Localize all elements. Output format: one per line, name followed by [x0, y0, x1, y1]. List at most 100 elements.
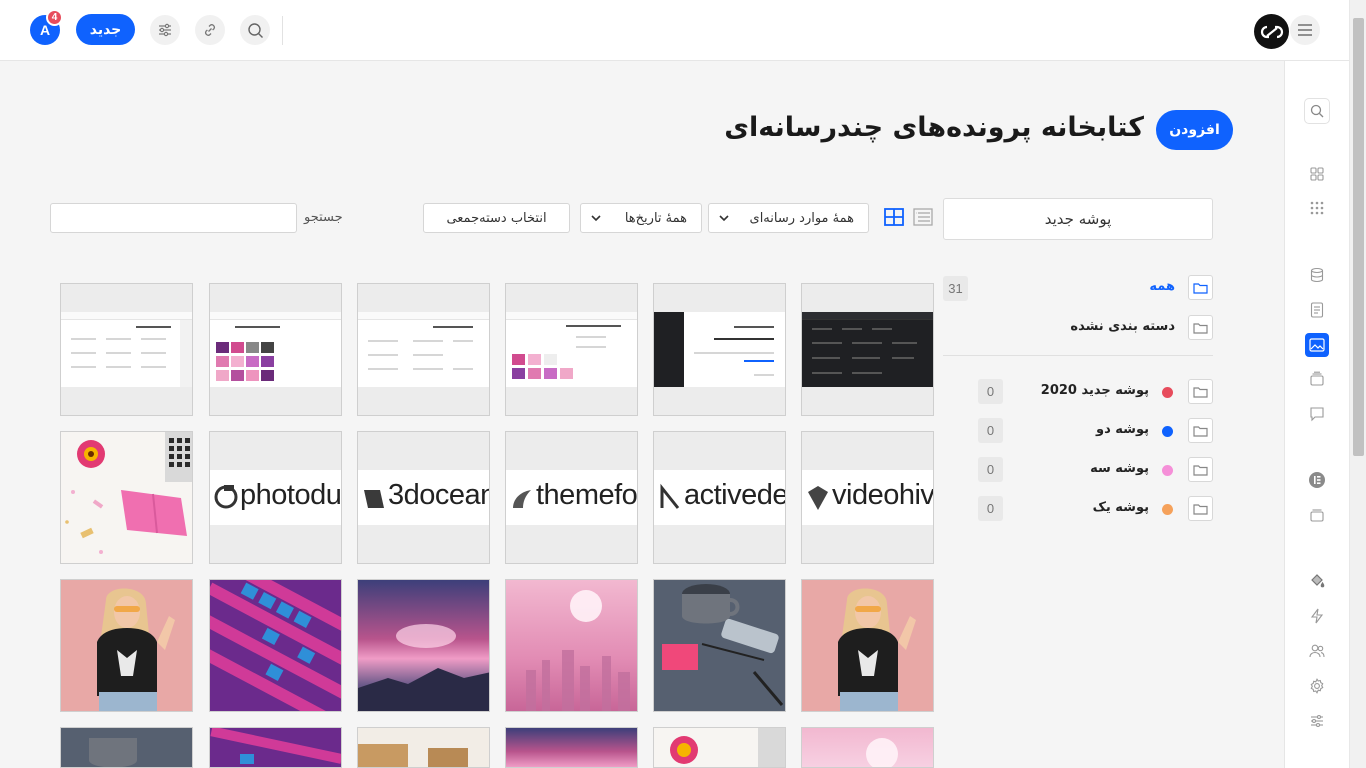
media-item-logo[interactable]: themeforest: [505, 431, 638, 564]
rail-users-button[interactable]: [1305, 639, 1329, 663]
media-item-photo[interactable]: [60, 431, 193, 564]
media-item-photo[interactable]: [505, 727, 638, 768]
media-type-filter[interactable]: همهٔ موارد رسانه‌ای: [708, 203, 869, 233]
lightning-icon: [1310, 608, 1324, 624]
media-item-photo[interactable]: [653, 727, 786, 768]
notification-badge: 4: [46, 9, 63, 26]
folder-item[interactable]: پوشه جدید 2020: [1010, 379, 1213, 405]
media-item-photo[interactable]: [357, 579, 490, 712]
desk-photo-illustration: [670, 728, 785, 767]
media-item-logo[interactable]: photodune: [209, 431, 342, 564]
media-item-photo[interactable]: [209, 579, 342, 712]
hamburger-menu-button[interactable]: [1290, 15, 1320, 45]
folder-all[interactable]: همه: [943, 275, 1213, 301]
rail-apps-button[interactable]: [1305, 196, 1329, 220]
media-item-screenshot[interactable]: [357, 283, 490, 416]
folder-label: همه: [1149, 279, 1175, 294]
document-icon: [1310, 302, 1324, 318]
link-button[interactable]: [195, 15, 225, 45]
city-haze-illustration: [866, 738, 898, 767]
date-filter[interactable]: همهٔ تاریخ‌ها: [580, 203, 702, 233]
media-item-photo[interactable]: [209, 727, 342, 768]
pink-sky-photo: [358, 580, 489, 711]
media-item-photo[interactable]: [801, 579, 934, 712]
media-item-screenshot[interactable]: [60, 283, 193, 416]
logo-thumbnail: 3docean: [358, 470, 489, 525]
woman-portrait-illustration: [97, 588, 175, 711]
media-item-photo[interactable]: [801, 727, 934, 768]
media-item-screenshot[interactable]: [505, 283, 638, 416]
scrollbar-thumb[interactable]: [1353, 18, 1364, 456]
folder-icon: [1188, 315, 1213, 340]
logo-icon: [1260, 25, 1283, 38]
rail-comments-button[interactable]: [1305, 402, 1329, 426]
side-rail: [1284, 61, 1349, 768]
folder-item[interactable]: پوشه یک: [1010, 496, 1213, 522]
rail-elementor-button[interactable]: [1305, 468, 1329, 492]
folder-color-dot: [1162, 426, 1173, 437]
bulk-select-button[interactable]: انتخاب دسته‌جمعی: [423, 203, 570, 233]
stack-icon: [1310, 509, 1324, 522]
page-scrollbar[interactable]: [1349, 0, 1366, 768]
rail-documents-button[interactable]: [1305, 298, 1329, 322]
settings-sliders-button[interactable]: [150, 15, 180, 45]
rail-search-button[interactable]: [1304, 98, 1330, 124]
media-item-screenshot[interactable]: [209, 283, 342, 416]
list-view-button[interactable]: [913, 208, 933, 230]
desk-coffee-illustration: [654, 580, 785, 711]
logo-thumbnail: activeden: [654, 470, 785, 525]
media-item-logo[interactable]: activeden: [653, 431, 786, 564]
media-item-logo[interactable]: videohive: [801, 431, 934, 564]
brand-mark-icon: [513, 490, 531, 508]
folder-item[interactable]: پوشه دو: [1010, 418, 1213, 444]
media-item-photo[interactable]: [505, 579, 638, 712]
media-item-photo[interactable]: [60, 579, 193, 712]
page-title: کتابخانه پرونده‌های چندرسانه‌ای: [724, 112, 1144, 143]
pink-sky-illustration: [358, 624, 489, 711]
rail-tools-button[interactable]: [1305, 709, 1329, 733]
folder-item[interactable]: پوشه سه: [1010, 457, 1213, 483]
city-haze-photo: [506, 580, 637, 711]
media-item-logo[interactable]: 3docean: [357, 431, 490, 564]
folder-uncategorized[interactable]: دسته بندی نشده: [943, 315, 1213, 341]
media-item-photo[interactable]: [653, 579, 786, 712]
rail-plugins-button[interactable]: [1305, 604, 1329, 628]
folder-color-dot: [1162, 504, 1173, 515]
desk-photo: [61, 432, 192, 563]
users-icon: [1309, 644, 1325, 658]
search-label: جستجو: [304, 210, 343, 225]
media-search-input[interactable]: [50, 203, 297, 233]
rail-archive-button[interactable]: [1305, 367, 1329, 391]
rail-settings-button[interactable]: [1305, 674, 1329, 698]
search-button[interactable]: [240, 15, 270, 45]
rail-appearance-button[interactable]: [1305, 569, 1329, 593]
chevron-down-icon: [719, 215, 729, 222]
add-media-button[interactable]: افزودن: [1156, 110, 1233, 150]
folder-count-badge: 0: [978, 379, 1003, 404]
new-folder-input[interactable]: پوشه جدید: [943, 198, 1213, 240]
media-item-photo[interactable]: [357, 727, 490, 768]
media-item-photo[interactable]: [60, 727, 193, 768]
folder-label: پوشه یک: [1092, 500, 1149, 515]
grid-view-button[interactable]: [884, 208, 904, 230]
building-facade-photo: [210, 580, 341, 711]
brand-name: activeden: [684, 479, 785, 511]
building-facade-illustration: [210, 728, 341, 764]
list-view-icon: [913, 208, 933, 226]
rail-database-button[interactable]: [1305, 263, 1329, 287]
rail-templates-button[interactable]: [1305, 503, 1329, 527]
folder-count-badge: 0: [978, 496, 1003, 521]
new-button[interactable]: جدید: [76, 14, 135, 45]
elementor-icon: [1309, 472, 1325, 488]
rail-media-button[interactable]: [1305, 333, 1329, 357]
rail-dashboard-button[interactable]: [1305, 162, 1329, 186]
database-icon: [1310, 267, 1324, 283]
app-logo[interactable]: [1254, 14, 1289, 49]
comment-icon: [1310, 407, 1324, 422]
logo-thumbnail: videohive: [802, 470, 933, 525]
screenshot-thumbnail: [506, 312, 637, 387]
brand-mark-icon: [808, 486, 828, 510]
paint-bucket-icon: [1311, 574, 1325, 588]
media-item-screenshot[interactable]: [801, 283, 934, 416]
media-item-screenshot[interactable]: [653, 283, 786, 416]
